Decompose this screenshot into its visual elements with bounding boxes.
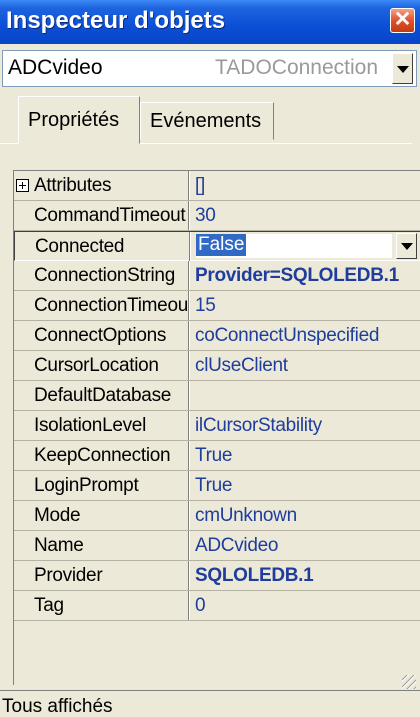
property-name: CursorLocation [34,355,159,376]
property-value[interactable]: ilCursorStability [195,411,420,440]
status-text: Tous affichés [2,696,113,717]
column-divider [188,411,190,440]
object-name: ADCvideo [8,56,103,79]
property-name: ConnectionTimeout [34,295,188,316]
property-name: IsolationLevel [34,415,146,436]
chevron-down-icon[interactable] [396,233,417,259]
property-value[interactable]: clUseClient [195,351,420,380]
property-value[interactable]: True [195,441,420,470]
column-divider [188,471,190,500]
property-name: Provider [34,565,103,586]
object-inspector-window: Inspecteur d'objets ✕ ADCvideo TADOConne… [0,0,420,717]
property-value[interactable]: SQLOLEDB.1 [195,561,420,590]
column-divider [189,232,191,261]
property-name: Connected [35,236,125,257]
column-divider [188,201,190,230]
property-row-connectionstring[interactable]: ConnectionString Provider=SQLOLEDB.1 [14,261,420,291]
property-row-keepconnection[interactable]: KeepConnection True [14,441,420,471]
column-divider [188,441,190,470]
tab-events[interactable]: Evénements [140,102,274,140]
property-value[interactable]: cmUnknown [195,501,420,530]
property-value-editor[interactable]: False [196,234,392,258]
property-value[interactable]: ADCvideo [195,531,420,560]
column-divider [188,291,190,320]
property-row-connectiontimeout[interactable]: ConnectionTimeout 15 [14,291,420,321]
close-icon[interactable]: ✕ [390,8,415,33]
property-name: KeepConnection [34,445,171,466]
property-name: ConnectOptions [34,325,167,346]
property-value[interactable]: coConnectUnspecified [195,321,420,350]
property-value[interactable]: 30 [195,201,420,230]
status-bar: Tous affichés [0,675,420,717]
property-row-mode[interactable]: Mode cmUnknown [14,501,420,531]
property-value[interactable]: [] [195,171,420,200]
property-row-commandtimeout[interactable]: CommandTimeout 30 [14,201,420,231]
property-name: DefaultDatabase [34,385,172,406]
title-bar[interactable]: Inspecteur d'objets ✕ [0,0,420,44]
property-name: Attributes [34,175,112,196]
property-row-attributes[interactable]: Attributes [] [14,171,420,201]
column-divider [188,531,190,560]
tab-properties[interactable]: Propriétés [18,96,140,144]
column-divider [188,321,190,350]
column-divider [188,171,190,200]
column-divider [188,261,190,290]
resize-grip-icon[interactable] [402,675,416,689]
property-row-connected[interactable]: Connected False [14,231,420,261]
column-divider [188,381,190,410]
property-grid: Attributes [] CommandTimeout 30 Connecte… [13,170,420,685]
property-row-defaultdatabase[interactable]: DefaultDatabase [14,381,420,411]
property-name: Mode [34,505,81,526]
property-value[interactable]: True [195,471,420,500]
property-row-name[interactable]: Name ADCvideo [14,531,420,561]
property-name: LoginPrompt [34,475,139,496]
chevron-down-icon[interactable] [392,53,413,84]
object-selector[interactable]: ADCvideo TADOConnection [2,50,417,87]
column-divider [188,351,190,380]
property-name: ConnectionString [34,265,175,286]
property-value[interactable]: Provider=SQLOLEDB.1 [195,261,420,290]
property-row-cursorlocation[interactable]: CursorLocation clUseClient [14,351,420,381]
selected-value[interactable]: False [196,234,247,256]
property-value[interactable] [195,381,420,410]
column-divider [188,501,190,530]
column-divider [188,561,190,590]
property-row-loginprompt[interactable]: LoginPrompt True [14,471,420,501]
property-row-tag[interactable]: Tag 0 [14,591,420,621]
property-name: Tag [34,595,64,616]
property-row-provider[interactable]: Provider SQLOLEDB.1 [14,561,420,591]
property-row-isolationlevel[interactable]: IsolationLevel ilCursorStability [14,411,420,441]
property-name: CommandTimeout [34,205,186,226]
property-name: Name [34,535,84,556]
property-value[interactable]: 15 [195,291,420,320]
property-row-connectoptions[interactable]: ConnectOptions coConnectUnspecified [14,321,420,351]
column-divider [188,591,190,620]
window-title: Inspecteur d'objets [6,7,226,34]
tab-strip: Propriétés Evénements [0,94,420,144]
property-value[interactable]: 0 [195,591,420,620]
object-type: TADOConnection [215,56,379,79]
